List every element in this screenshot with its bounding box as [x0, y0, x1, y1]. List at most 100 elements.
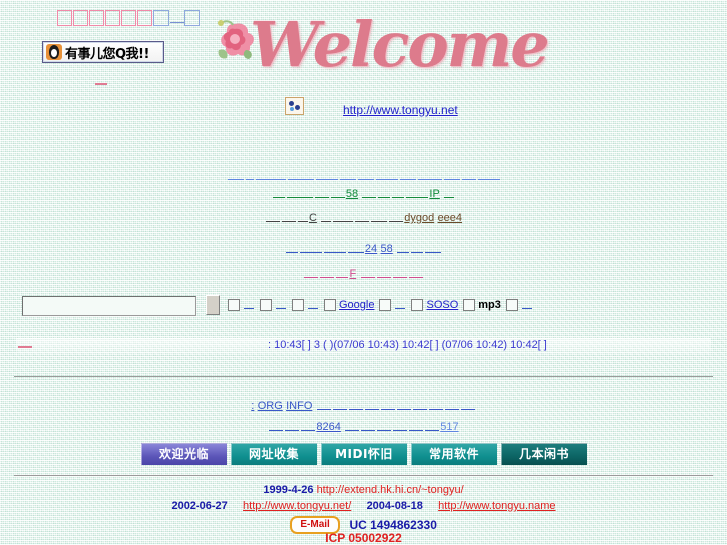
underscore-link[interactable]	[397, 244, 410, 254]
search-engine-label[interactable]	[308, 300, 318, 310]
search-engine-radio[interactable]	[324, 298, 336, 311]
legacy-url[interactable]: http://extend.hk.hi.cn/~tongyu/	[317, 484, 464, 496]
search-engine-radio[interactable]	[379, 298, 392, 311]
text-link[interactable]: F	[349, 268, 356, 280]
underscore-link[interactable]	[444, 401, 459, 411]
underscore-link[interactable]	[345, 422, 360, 432]
underscore-link[interactable]	[299, 244, 322, 254]
underscore-link[interactable]	[393, 422, 408, 432]
underscore-link[interactable]	[287, 171, 314, 181]
text-link[interactable]: 24	[365, 243, 377, 255]
underscore-link[interactable]	[347, 244, 364, 254]
underscore-link[interactable]	[355, 213, 370, 223]
underscore-link[interactable]	[339, 171, 356, 181]
underscore-link[interactable]	[297, 213, 308, 223]
underscore-link[interactable]	[428, 401, 443, 411]
text-link[interactable]: 517	[440, 421, 458, 433]
underscore-link[interactable]	[399, 171, 416, 181]
underscore-link[interactable]	[316, 401, 331, 411]
nav-button-1[interactable]: 欢迎光临	[140, 443, 227, 465]
underscore-link[interactable]	[333, 213, 354, 223]
underscore-link[interactable]	[389, 213, 404, 223]
underscore-link[interactable]	[377, 422, 392, 432]
underscore-link[interactable]	[281, 213, 296, 223]
underscore-link[interactable]	[170, 13, 184, 23]
underscore-link[interactable]	[425, 244, 442, 254]
underscore-link[interactable]	[375, 171, 398, 181]
qq-contact-badge[interactable]: 有事儿您Q我!!	[42, 41, 164, 63]
search-engine-radio[interactable]	[260, 298, 272, 311]
underscore-link[interactable]	[320, 269, 335, 279]
nav-button-3[interactable]: MIDI怀旧	[320, 443, 407, 465]
underscore-link[interactable]	[376, 269, 391, 279]
text-link[interactable]: eee4	[438, 212, 462, 224]
underscore-link[interactable]	[396, 401, 411, 411]
search-engine-label[interactable]	[244, 300, 254, 310]
search-engine-label[interactable]	[395, 300, 406, 310]
underscore-link[interactable]	[245, 171, 254, 181]
underscore-link[interactable]	[417, 171, 442, 181]
search-engine-label[interactable]: mp3	[478, 299, 501, 311]
search-engine-radio[interactable]	[411, 298, 424, 311]
search-engine-label[interactable]	[276, 300, 286, 310]
underscore-link[interactable]	[411, 244, 424, 254]
site-url-link[interactable]: http://www.tongyu.net	[343, 103, 458, 117]
underscore-link[interactable]	[371, 213, 388, 223]
underscore-link[interactable]	[412, 401, 427, 411]
underscore-link[interactable]	[392, 189, 405, 199]
nav-button-5[interactable]: 几本闲书	[500, 443, 587, 465]
search-engine-radio[interactable]	[292, 298, 304, 311]
underscore-link[interactable]	[357, 171, 374, 181]
text-link[interactable]: C	[309, 212, 317, 224]
text-link[interactable]: dygod	[404, 212, 434, 224]
underscore-link[interactable]	[227, 171, 244, 181]
underscore-link[interactable]	[408, 269, 423, 279]
nav-button-4[interactable]: 常用软件	[410, 443, 497, 465]
underscore-link[interactable]	[380, 401, 395, 411]
search-submit-button[interactable]	[206, 295, 220, 315]
text-link[interactable]: INFO	[286, 400, 312, 412]
underscore-link[interactable]	[364, 401, 379, 411]
nav-button-2[interactable]: 网址收集	[230, 443, 317, 465]
underscore-link[interactable]	[444, 189, 455, 199]
underscore-link[interactable]	[425, 422, 440, 432]
text-link[interactable]: :	[251, 400, 254, 412]
text-link[interactable]: ORG	[258, 400, 283, 412]
underscore-link[interactable]	[336, 269, 349, 279]
underscore-link[interactable]	[315, 171, 338, 181]
underscore-link[interactable]	[477, 171, 500, 181]
underscore-link[interactable]	[272, 189, 285, 199]
underscore-link[interactable]	[301, 422, 316, 432]
text-link[interactable]: 8264	[316, 421, 340, 433]
underscore-link[interactable]	[361, 422, 376, 432]
underscore-link[interactable]	[286, 189, 313, 199]
text-link[interactable]: 58	[346, 188, 358, 200]
search-engine-label[interactable]: Google	[339, 299, 374, 311]
underscore-link[interactable]	[406, 189, 429, 199]
search-input[interactable]	[22, 296, 196, 316]
text-link[interactable]: 58	[381, 243, 393, 255]
underscore-link[interactable]	[360, 269, 375, 279]
underscore-link[interactable]	[269, 422, 284, 432]
url-tongyu-net[interactable]: http://www.tongyu.net/	[243, 500, 351, 512]
search-engine-label[interactable]	[521, 300, 532, 310]
underscore-link[interactable]	[332, 401, 347, 411]
news-marquee[interactable]: : 10:43[ ] 3 ( )(07/06 10:43) 10:42[ ] (…	[268, 339, 547, 351]
underscore-link[interactable]	[314, 189, 329, 199]
underscore-link[interactable]	[323, 244, 346, 254]
underscore-link[interactable]	[255, 171, 286, 181]
site-url-text[interactable]: http://www.tongyu.net	[343, 103, 458, 117]
search-engine-radio[interactable]	[463, 298, 476, 311]
text-link[interactable]: IP	[429, 188, 439, 200]
underscore-link[interactable]	[265, 213, 280, 223]
search-engine-radio[interactable]	[228, 298, 240, 311]
underscore-link[interactable]	[321, 213, 332, 223]
underscore-link[interactable]	[409, 422, 424, 432]
underscore-link[interactable]	[460, 401, 475, 411]
search-engine-label[interactable]: SOSO	[426, 299, 458, 311]
underscore-link[interactable]	[330, 189, 345, 199]
underscore-link[interactable]	[392, 269, 407, 279]
url-tongyu-name[interactable]: http://www.tongyu.name	[438, 500, 555, 512]
underscore-link[interactable]	[362, 189, 377, 199]
underscore-link[interactable]	[461, 171, 476, 181]
